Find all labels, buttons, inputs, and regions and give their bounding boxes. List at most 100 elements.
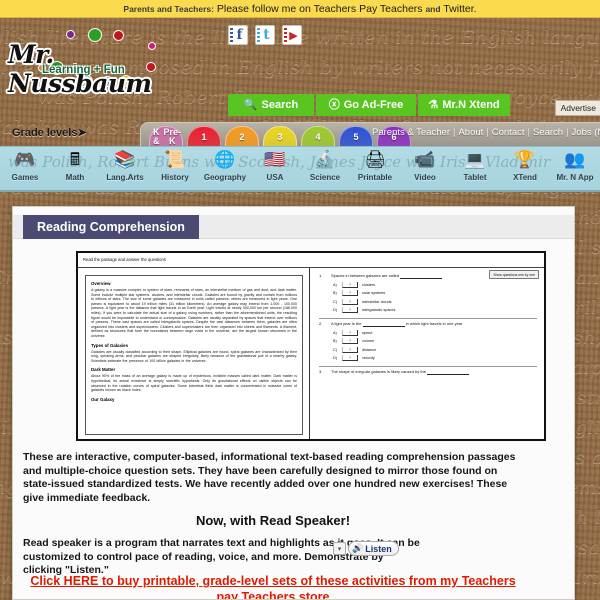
listen-button-label: Listen	[365, 543, 392, 554]
teachers-pay-teachers-link[interactable]: Teachers Pay Teachers	[314, 3, 423, 15]
utility-nav-jobs-new[interactable]: Jobs (NEW)	[572, 127, 600, 138]
answer-option[interactable]: A)? clusters	[333, 281, 539, 288]
option-label: interstellar clouds	[362, 299, 392, 304]
nav-separator: |	[486, 127, 489, 138]
grade-pill-4[interactable]: 4	[301, 126, 335, 147]
utility-nav-parents-teacher[interactable]: Parents & Teacher	[372, 127, 450, 138]
grade-pill-label: K &	[153, 127, 160, 146]
answer-option[interactable]: B)? volume	[333, 338, 539, 344]
nav-item-xtend[interactable]: 🏆 XTend	[500, 147, 550, 190]
option-label: velocity	[362, 356, 375, 360]
grade-pill-3[interactable]: 3	[263, 126, 297, 147]
answer-option[interactable]: C)? interstellar clouds	[333, 298, 539, 305]
answer-option[interactable]: A)? speed	[333, 329, 539, 336]
question-blank	[400, 273, 443, 279]
nav-item-history[interactable]: 📜 History	[150, 147, 200, 190]
answer-option[interactable]: D)? velocity	[333, 355, 539, 361]
option-input[interactable]: ?	[342, 290, 358, 296]
utility-nav-about[interactable]: About	[458, 127, 483, 138]
question-block: 3. The shape of irregular galaxies is lik…	[317, 367, 539, 375]
passage-heading: Types of Galaxies	[91, 342, 129, 348]
search-button[interactable]: 🔍 Search	[228, 94, 314, 116]
go-ad-free-label: Go Ad-Free	[343, 99, 404, 111]
advertise-tab[interactable]: Advertise	[554, 100, 600, 116]
nav-item-video[interactable]: 📹 Video	[400, 147, 450, 190]
nav-item-lang-arts[interactable]: 📚 Lang.Arts	[100, 147, 150, 190]
nav-item-label: Geography	[203, 173, 247, 182]
option-letter: C)	[333, 347, 338, 352]
mrn-xtend-button[interactable]: ⚗ Mr.N Xtend	[418, 94, 510, 116]
nav-item-label: USA	[266, 173, 284, 182]
option-input[interactable]: ?	[342, 346, 358, 353]
worksheet-instruction: Read the passage and answer the question…	[78, 253, 544, 268]
worksheet-body: Overview A galaxy is a massive complex or…	[78, 268, 544, 439]
grade-pill-label: 3	[277, 131, 283, 142]
grade-pill-kpre-k[interactable]: K & Pre-K	[149, 126, 183, 147]
announcement-and: and	[425, 4, 441, 14]
nav-item-label: Math	[65, 173, 85, 182]
site-header: Mr. Nussbaum Learning + Fun f t ▶ 🔍 Sear…	[0, 18, 600, 118]
facebook-icon[interactable]: f	[228, 25, 248, 45]
answer-option[interactable]: B)? solar systems	[333, 290, 539, 296]
option-label: distance	[362, 347, 377, 352]
nav-item-games[interactable]: 🎮 Games	[0, 147, 50, 190]
option-letter: B)	[333, 339, 337, 343]
nav-separator: |	[566, 127, 569, 138]
twitter-link[interactable]: Twitter	[443, 3, 473, 15]
nav-item-geography[interactable]: 🌐 Geography	[200, 147, 250, 190]
grade-pill-label: 1	[201, 131, 207, 142]
speaker-icon: 🔊	[352, 543, 364, 553]
option-input[interactable]: ?	[342, 338, 358, 344]
grade-pill-label: 4	[315, 131, 321, 142]
option-input[interactable]: ?	[342, 307, 358, 313]
option-letter: D)	[333, 308, 338, 312]
trophy-icon: 🏆	[514, 150, 536, 169]
nav-item-science[interactable]: 🔬 Science	[300, 147, 350, 190]
books-icon: 📚	[114, 150, 136, 169]
question-text: The shape of irregular galaxies is likel…	[331, 369, 539, 375]
option-input[interactable]: ?	[342, 355, 358, 361]
listen-button[interactable]: 🔊 Listen	[348, 541, 399, 556]
grade-pill-2[interactable]: 2	[225, 126, 259, 147]
nav-item-printable[interactable]: 🖨 Printable	[350, 147, 400, 190]
readspeaker-widget[interactable]: ▾ 🔊 Listen	[333, 541, 399, 556]
go-ad-free-button[interactable]: ⓧ Go Ad-Free	[316, 94, 416, 116]
option-label: intergalactic spaces	[362, 308, 396, 312]
page-title-bar: Reading Comprehension	[13, 215, 574, 239]
microscope-icon: 🔬	[314, 150, 336, 169]
search-icon: 🔍	[243, 98, 258, 111]
option-input[interactable]: ?	[342, 329, 358, 336]
answer-option[interactable]: C)? distance	[333, 346, 539, 353]
option-letter: A)	[333, 282, 337, 287]
grade-pill-1[interactable]: 1	[187, 126, 221, 147]
nav-item-math[interactable]: 🖩 Math	[50, 147, 100, 190]
passage-paragraph: About 90% of the mass of an average gala…	[91, 374, 297, 393]
option-label: volume	[362, 339, 375, 343]
youtube-icon[interactable]: ▶	[282, 25, 302, 45]
grade-levels-label: Grade levels➤	[12, 126, 87, 139]
nav-item-tablet[interactable]: 💻 Tablet	[450, 147, 500, 190]
nav-item-usa[interactable]: 🇺🇸 USA	[250, 147, 300, 190]
site-logo[interactable]: Mr. Nussbaum Learning + Fun	[6, 28, 182, 98]
logo-dot	[66, 30, 75, 39]
question-line: 3. The shape of irregular galaxies is lik…	[317, 369, 539, 375]
twitter-icon[interactable]: t	[255, 25, 275, 45]
nav-item-label: Video	[414, 173, 436, 182]
question-block: 2. A light year is the in which light tra…	[317, 319, 539, 361]
twitter-glyph: t	[263, 27, 270, 43]
grade-pill-5[interactable]: 5	[339, 126, 373, 147]
option-letter: D)	[333, 356, 338, 360]
utility-nav-contact[interactable]: Contact	[492, 127, 525, 138]
videocamera-icon: 📹	[414, 150, 436, 169]
joystick-icon: 🎮	[14, 150, 36, 169]
printer-icon: 🖨	[364, 150, 386, 169]
answer-option[interactable]: D)? intergalactic spaces	[333, 307, 539, 313]
no-ads-icon: ⓧ	[328, 98, 340, 111]
nav-item-mr-n-app[interactable]: 👥 Mr. N App	[550, 147, 600, 190]
option-input[interactable]: ?	[342, 281, 358, 288]
chevron-down-icon[interactable]: ▾	[333, 542, 346, 555]
utility-nav-search[interactable]: Search	[533, 127, 563, 138]
buy-printable-link[interactable]: Click HERE to buy printable, grade-level…	[23, 573, 523, 599]
option-label: clusters	[362, 282, 376, 287]
option-input[interactable]: ?	[342, 298, 358, 305]
